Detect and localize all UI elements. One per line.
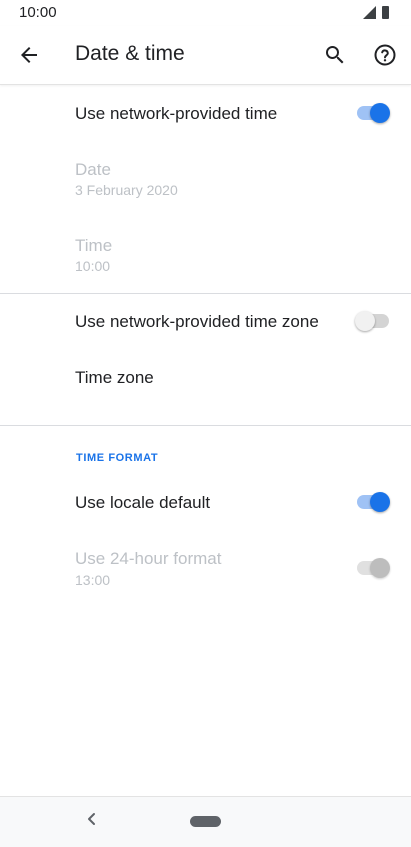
- search-icon: [326, 46, 344, 64]
- help-button[interactable]: [368, 38, 402, 72]
- time-label: Time: [75, 236, 113, 255]
- status-icons: [363, 6, 389, 19]
- hour24-value: 13:00: [75, 572, 111, 588]
- network-time-row[interactable]: Use network-provided time: [0, 85, 411, 141]
- home-pill-icon[interactable]: [190, 816, 221, 827]
- back-button[interactable]: [12, 38, 46, 72]
- divider: [0, 425, 411, 426]
- locale-default-label: Use locale default: [75, 493, 211, 512]
- status-time: 10:00: [19, 4, 57, 21]
- network-timezone-label: Use network-provided time zone: [75, 312, 319, 331]
- locale-default-row[interactable]: Use locale default: [0, 475, 411, 531]
- network-timezone-row[interactable]: Use network-provided time zone: [0, 294, 411, 350]
- network-timezone-switch[interactable]: [355, 311, 389, 331]
- app-bar: Date & time: [0, 26, 411, 85]
- signal-icon: [363, 6, 376, 19]
- network-time-switch[interactable]: [357, 103, 390, 123]
- battery-icon: [382, 6, 389, 19]
- time-zone-row[interactable]: Time zone: [0, 350, 411, 406]
- status-bar: 10:00: [0, 0, 411, 26]
- network-time-label: Use network-provided time: [75, 104, 278, 123]
- switch-thumb: [370, 103, 390, 123]
- page-title: Date & time: [75, 42, 185, 65]
- hour24-row[interactable]: Use 24-hour format 13:00: [0, 540, 411, 600]
- switch-thumb: [370, 492, 390, 512]
- navigation-bar: [0, 796, 411, 847]
- time-value: 10:00: [75, 258, 111, 274]
- arrow-back-icon: [21, 47, 37, 63]
- hour24-label: Use 24-hour format: [75, 549, 222, 568]
- time-row[interactable]: Time 10:00: [0, 226, 411, 296]
- help-icon: [374, 44, 396, 66]
- date-label: Date: [75, 160, 111, 179]
- nav-back-icon[interactable]: [82, 809, 102, 829]
- time-format-header: TIME FORMAT: [76, 452, 159, 464]
- switch-thumb: [370, 558, 390, 578]
- hour24-switch[interactable]: [357, 558, 390, 578]
- date-row[interactable]: Date 3 February 2020: [0, 150, 411, 220]
- date-value: 3 February 2020: [75, 182, 178, 198]
- locale-default-switch[interactable]: [357, 492, 390, 512]
- time-zone-label: Time zone: [75, 368, 154, 387]
- switch-thumb: [355, 311, 375, 331]
- search-button[interactable]: [318, 38, 352, 72]
